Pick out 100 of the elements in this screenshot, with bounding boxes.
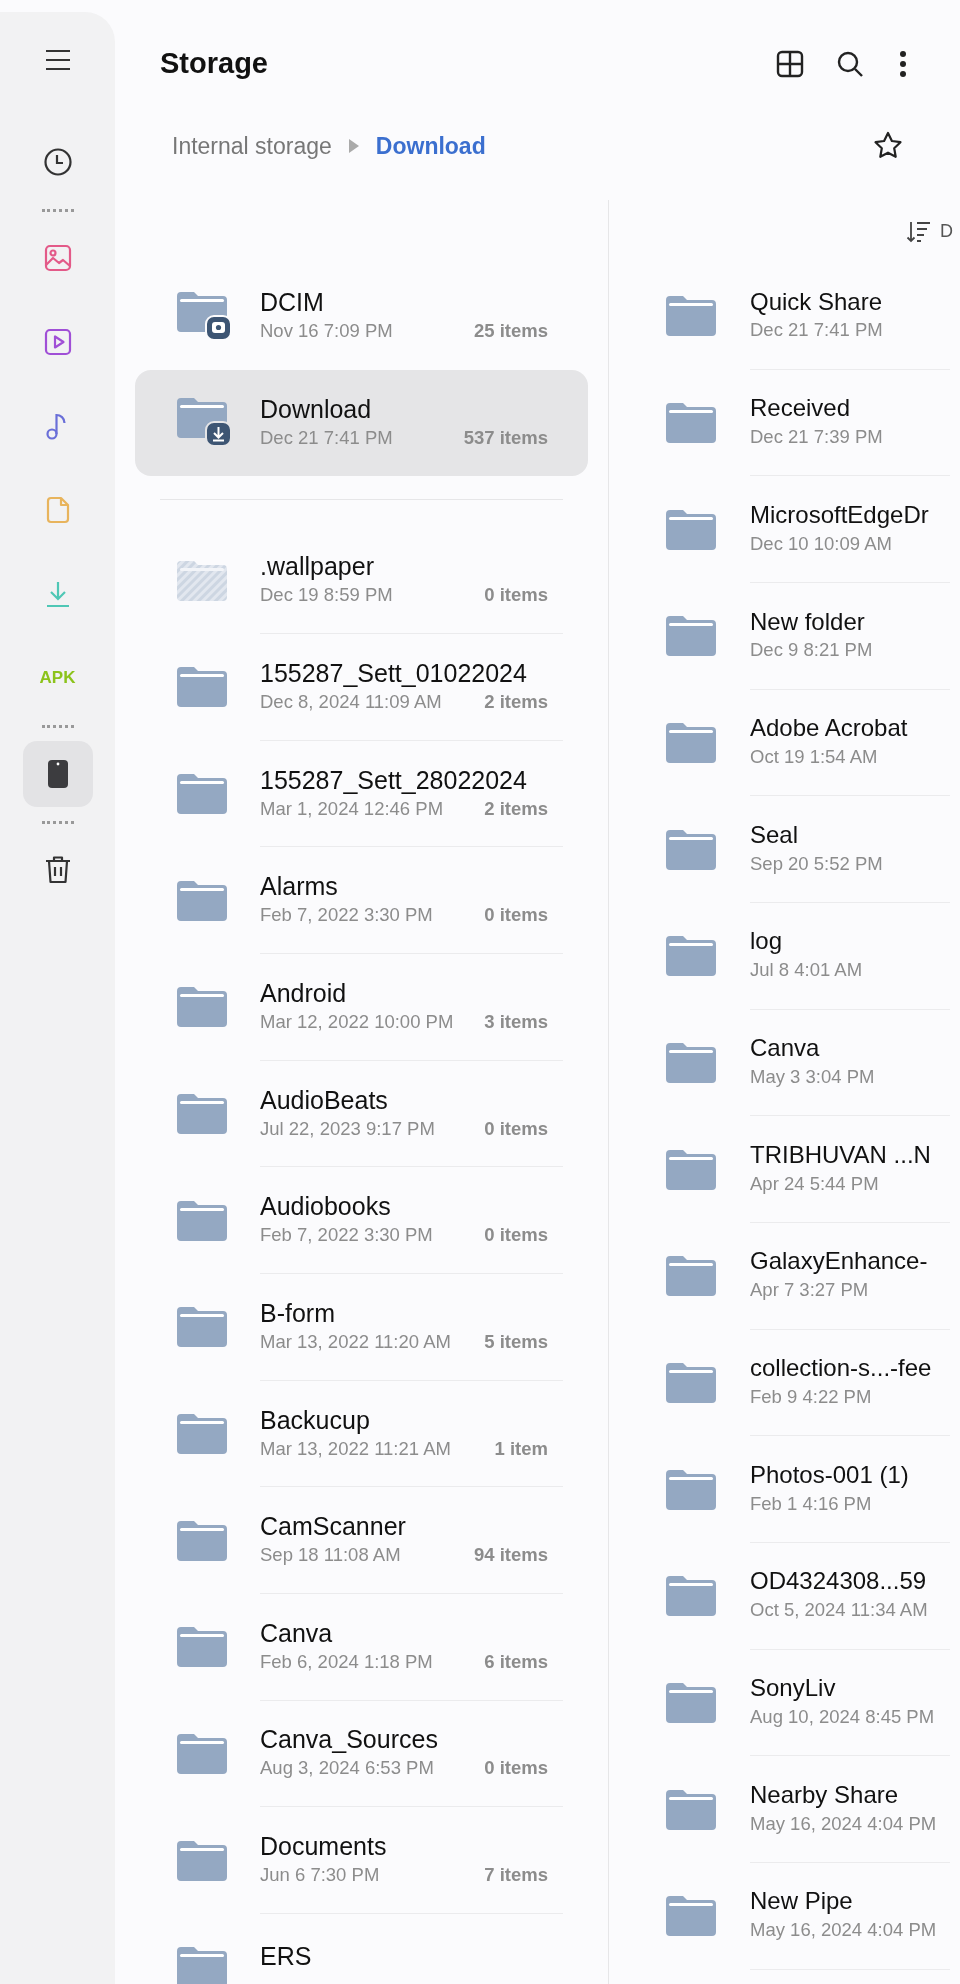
folder-icon [666,1682,716,1723]
folder-name: Nearby Share [750,1780,900,1810]
modified-date: Feb 7, 2022 3:30 PM [260,1223,433,1248]
breadcrumb-link[interactable]: Internal storage [172,128,332,164]
folder-icon [666,1042,716,1083]
folder-icon [177,1947,227,1984]
modified-date: Mar 12, 2022 10:00 PM [260,1009,454,1034]
folder-icon [177,773,227,814]
folder-name: B-form [260,1297,336,1328]
modified-date: May 3 3:04 PM [750,1064,876,1089]
item-count: 0 items [484,903,548,928]
folder-name: Adobe Acrobat [750,714,909,743]
folder-row[interactable]: Download Dec 21 7:41 PM 537 items [135,369,588,477]
modified-date: Dec 9 8:21 PM [750,638,874,663]
folder-name: Seal [750,820,800,850]
folder-row[interactable]: OD4324308...59 Oct 5, 2024 11:34 AM [609,1542,960,1650]
folder-name: CamScanner [260,1511,407,1542]
folder-row[interactable]: Audiobooks Feb 7, 2022 3:30 PM 0 items [135,1167,588,1274]
sort-icon[interactable] [906,219,932,244]
item-count: 7 items [484,1863,548,1888]
folder-row[interactable]: ERS [135,1913,588,1984]
folder-row[interactable]: 155287_Sett_01022024 Dec 8, 2024 11:09 AM 2 items [135,633,588,741]
folder-row[interactable]: Backucup Mar 13, 2022 11:21 AM 1 item [135,1380,588,1488]
folder-row[interactable]: Adobe Acrobat Oct 19 1:54 AM [609,689,960,797]
folder-icon [666,722,716,763]
modified-date: Dec 8, 2024 11:09 AM [260,689,442,714]
item-count: 537 items [463,425,548,450]
folder-icon [666,1576,716,1617]
modified-date: Oct 19 1:54 AM [750,744,879,769]
modified-date: Jul 8 4:01 AM [750,958,864,983]
folder-name: log [750,927,784,957]
folder-row[interactable]: New Pipe May 16, 2024 4:04 PM [609,1862,960,1970]
modified-date: Dec 21 7:41 PM [750,318,884,343]
folder-name: New folder [750,607,866,637]
item-count: 2 items [484,689,548,714]
folder-row[interactable]: Photos-001 (1) Feb 1 4:16 PM [609,1436,960,1543]
folder-row[interactable]: Received Dec 21 7:39 PM [609,369,960,477]
folder-row[interactable]: MicrosoftEdgeDr Dec 10 10:09 AM [609,476,960,583]
more-options-icon [899,50,907,78]
folder-name: SonyLiv [750,1674,837,1703]
recent-clock-icon [42,147,73,177]
folder-row[interactable]: SonyLiv Aug 10, 2024 8:45 PM [609,1649,960,1757]
folder-row[interactable]: Quick Share Dec 21 7:41 PM [609,263,960,370]
folder-row[interactable]: Canva May 3 3:04 PM [609,1009,960,1117]
item-count: 25 items [473,318,548,343]
folder-row[interactable]: TRIBHUVAN ...N Apr 24 5:44 PM [609,1116,960,1223]
grid-icon [775,49,805,79]
modified-date: Mar 13, 2022 11:21 AM [260,1436,451,1461]
search-icon [835,49,865,79]
modified-date: Feb 9 4:22 PM [750,1384,873,1409]
folder-row[interactable]: 155287_Sett_28022024 Mar 1, 2024 12:46 PM 2 items [135,740,588,848]
folder-name: DCIM [260,286,325,317]
modified-date: Apr 24 5:44 PM [750,1171,880,1196]
sidebar-item[interactable] [22,741,93,807]
folder-name: Android [260,977,348,1008]
folder-name: Backucup [260,1404,371,1435]
folder-row[interactable]: Android Mar 12, 2022 10:00 PM 3 items [135,953,588,1061]
folder-row[interactable]: Nearby Share May 16, 2024 4:04 PM [609,1756,960,1863]
folder-row[interactable]: log Jul 8 4:01 AM [609,902,960,1010]
item-count: 94 items [473,1543,548,1568]
folder-icon [666,1469,716,1510]
hidden-folder-icon [177,560,227,601]
folder-row[interactable]: New folder Dec 9 8:21 PM [609,582,960,690]
phone-icon [46,759,69,789]
folder-row[interactable]: CamScanner Sep 18 11:08 AM 94 items [135,1487,588,1594]
folder-icon [177,1093,227,1134]
folder-icon [177,880,227,921]
folder-row[interactable]: DCIM Nov 16 7:09 PM 25 items [135,263,588,370]
modified-date: Dec 19 8:59 PM [260,583,393,608]
folder-row[interactable]: Alarms Feb 7, 2022 3:30 PM 0 items [135,847,588,954]
folder-name: ERS [260,1940,313,1971]
folder-name: 155287_Sett_01022024 [260,657,528,688]
folder-row[interactable]: .wallpaper Dec 19 8:59 PM 0 items [135,527,588,634]
folder-name: Alarms [260,871,339,902]
folder-icon [177,987,227,1028]
modified-date: Feb 7, 2022 3:30 PM [260,903,433,928]
folder-name: AudioBeats [260,1084,389,1115]
folder-icon [177,1840,227,1881]
modified-date: Dec 10 10:09 AM [750,531,893,556]
trash-icon [43,855,72,885]
folder-name: OD4324308...59 [750,1567,928,1597]
folder-name: Audiobooks [260,1191,392,1222]
folder-row[interactable]: collection-s...-fee Feb 9 4:22 PM [609,1329,960,1437]
sort-label[interactable]: D [940,218,960,245]
modified-date: Mar 13, 2022 11:20 AM [260,1329,451,1354]
folder-icon [666,403,716,443]
folder-icon [666,829,716,870]
folder-name: TRIBHUVAN ...N [750,1140,932,1170]
breadcrumb-link[interactable]: Download [375,128,486,164]
folder-row[interactable]: Documents Jun 6 7:30 PM 7 items [135,1807,588,1914]
camera-folder-icon [177,291,233,341]
folder-row[interactable]: AudioBeats Jul 22, 2023 9:17 PM 0 items [135,1060,588,1168]
folder-name: Photos-001 (1) [750,1460,910,1490]
folder-row[interactable]: GalaxyEnhance- Apr 7 3:27 PM [609,1222,960,1330]
folder-row[interactable]: Seal Sep 20 5:52 PM [609,796,960,903]
folder-row[interactable]: Canva_Sources Aug 3, 2024 6:53 PM 0 items [135,1700,588,1808]
folder-row[interactable]: B-form Mar 13, 2022 11:20 AM 5 items [135,1273,588,1381]
folder-row[interactable]: Canva Feb 6, 2024 1:18 PM 6 items [135,1593,588,1701]
folder-name: MicrosoftEdgeDr [750,500,930,530]
folder-name: Canva_Sources [260,1724,439,1755]
